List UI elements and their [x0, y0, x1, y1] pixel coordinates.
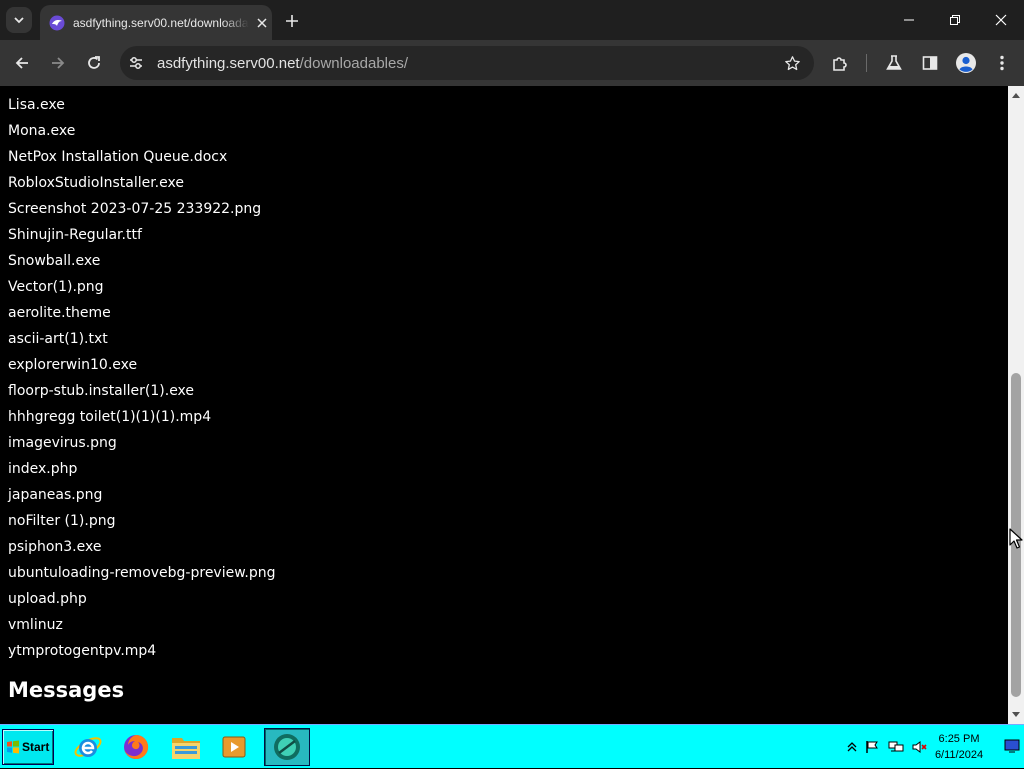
clock-time[interactable]: 6:25 PM [924, 733, 994, 745]
network-icon [888, 741, 904, 752]
arrow-right-icon [52, 57, 65, 69]
file-link[interactable]: imagevirus.png [8, 434, 275, 460]
labs-button[interactable] [878, 47, 910, 79]
start-button[interactable]: Start [2, 729, 54, 765]
toolbar-divider [866, 54, 867, 72]
close-icon [257, 17, 267, 28]
restore-icon [950, 15, 960, 25]
firefox-icon [124, 734, 149, 759]
flask-icon [886, 55, 902, 70]
menu-button[interactable] [986, 47, 1018, 79]
file-link[interactable]: ubuntuloading-removebg-preview.png [8, 564, 275, 590]
back-button[interactable] [6, 47, 38, 79]
bookmark-button[interactable] [780, 51, 804, 75]
internet-explorer-icon [74, 737, 102, 757]
file-link[interactable]: ytmprotogentpv.mp4 [8, 642, 275, 668]
puzzle-icon [833, 57, 847, 71]
close-tab-button[interactable] [253, 14, 271, 32]
plus-icon [286, 15, 298, 27]
chevron-up-icon [847, 742, 857, 752]
url-text: asdfything.serv00.net/downloadables/ [157, 55, 408, 72]
file-link[interactable]: ascii-art(1).txt [8, 330, 275, 356]
taskbar: Start 6:25 PM 6/11/2024 [0, 724, 1024, 768]
vertical-scrollbar[interactable] [1008, 86, 1024, 724]
show-hidden-icons-button[interactable] [844, 739, 860, 755]
clock-date[interactable]: 6/11/2024 [924, 749, 994, 761]
scroll-up-button[interactable] [1008, 88, 1024, 102]
network-button[interactable] [888, 739, 904, 755]
file-explorer-icon [172, 738, 200, 759]
avatar-icon [956, 53, 976, 73]
file-link[interactable]: index.php [8, 460, 275, 486]
file-list: Lisa.exe Mona.exe NetPox Installation Queu… [8, 96, 275, 668]
triangle-up-icon [1012, 93, 1020, 98]
profile-button[interactable] [950, 47, 982, 79]
close-icon [995, 14, 1007, 26]
tab-title: asdfything.serv00.net/downloadables/ [73, 15, 249, 30]
file-link[interactable]: Vector(1).png [8, 278, 275, 304]
media-player-icon [222, 736, 246, 758]
file-link[interactable]: hhhgregg toilet(1)(1)(1).mp4 [8, 408, 275, 434]
file-link[interactable]: psiphon3.exe [8, 538, 275, 564]
file-link[interactable]: noFilter (1).png [8, 512, 275, 538]
file-link[interactable]: aerolite.theme [8, 304, 275, 330]
section-heading-messages: Messages [8, 678, 125, 702]
arrow-left-icon [15, 57, 28, 69]
file-link[interactable]: Screenshot 2023-07-25 233922.png [8, 200, 275, 226]
file-link[interactable]: RobloxStudioInstaller.exe [8, 174, 275, 200]
browser-title-bar: asdfything.serv00.net/downloadables/ [0, 0, 1024, 40]
kebab-menu-icon [1000, 55, 1004, 71]
new-tab-button[interactable] [280, 9, 304, 33]
page-viewport: Lisa.exe Mona.exe NetPox Installation Queu… [0, 86, 1008, 724]
taskbar-app-browser[interactable] [264, 728, 310, 766]
start-label: Start [22, 740, 50, 754]
side-panel-button[interactable] [914, 47, 946, 79]
file-link[interactable]: explorerwin10.exe [8, 356, 275, 382]
file-link[interactable]: japaneas.png [8, 486, 275, 512]
file-link[interactable]: Lisa.exe [8, 96, 275, 122]
forward-button[interactable] [42, 47, 74, 79]
url-path: /downloadables/ [299, 54, 409, 72]
system-tray: 6:25 PM 6/11/2024 [844, 725, 1024, 769]
action-center-button[interactable] [864, 739, 880, 755]
triangle-down-icon [1012, 712, 1020, 717]
minimize-button[interactable] [886, 0, 932, 40]
scroll-down-button[interactable] [1008, 708, 1024, 722]
purple-bird-icon [49, 15, 65, 30]
minimize-icon [904, 19, 914, 21]
tab-search-button[interactable] [6, 7, 32, 33]
browser-tab-active[interactable]: asdfything.serv00.net/downloadables/ [40, 5, 272, 40]
tune-icon [130, 57, 142, 69]
side-panel-icon [922, 56, 938, 70]
address-bar[interactable]: asdfything.serv00.net/downloadables/ [120, 46, 814, 80]
close-window-button[interactable] [978, 0, 1024, 40]
taskbar-app-media-player[interactable] [214, 728, 254, 766]
chevron-down-icon [14, 17, 24, 24]
taskbar-app-firefox[interactable] [116, 728, 156, 766]
extensions-button[interactable] [824, 47, 856, 79]
reload-button[interactable] [78, 47, 110, 79]
file-link[interactable]: Shinujin-Regular.ttf [8, 226, 275, 252]
file-link[interactable]: Mona.exe [8, 122, 275, 148]
url-host: asdfything.serv00.net [157, 54, 300, 72]
file-link[interactable]: upload.php [8, 590, 275, 616]
site-info-button[interactable] [124, 51, 148, 75]
flag-icon [866, 741, 878, 753]
taskbar-app-internet-explorer[interactable] [68, 728, 108, 766]
windows-flag-icon [7, 740, 19, 754]
reload-icon [88, 56, 100, 69]
star-icon [784, 55, 800, 70]
browser-toolbar: asdfything.serv00.net/downloadables/ [0, 40, 1024, 86]
file-link[interactable]: NetPox Installation Queue.docx [8, 148, 275, 174]
restore-button[interactable] [932, 0, 978, 40]
browser-app-icon [274, 734, 300, 760]
file-link[interactable]: vmlinuz [8, 616, 275, 642]
file-link[interactable]: Snowball.exe [8, 252, 275, 278]
show-desktop-icon[interactable] [1004, 739, 1020, 753]
taskbar-app-file-explorer[interactable] [166, 728, 206, 766]
file-link[interactable]: floorp-stub.installer(1).exe [8, 382, 275, 408]
mouse-cursor-icon [1009, 528, 1023, 549]
